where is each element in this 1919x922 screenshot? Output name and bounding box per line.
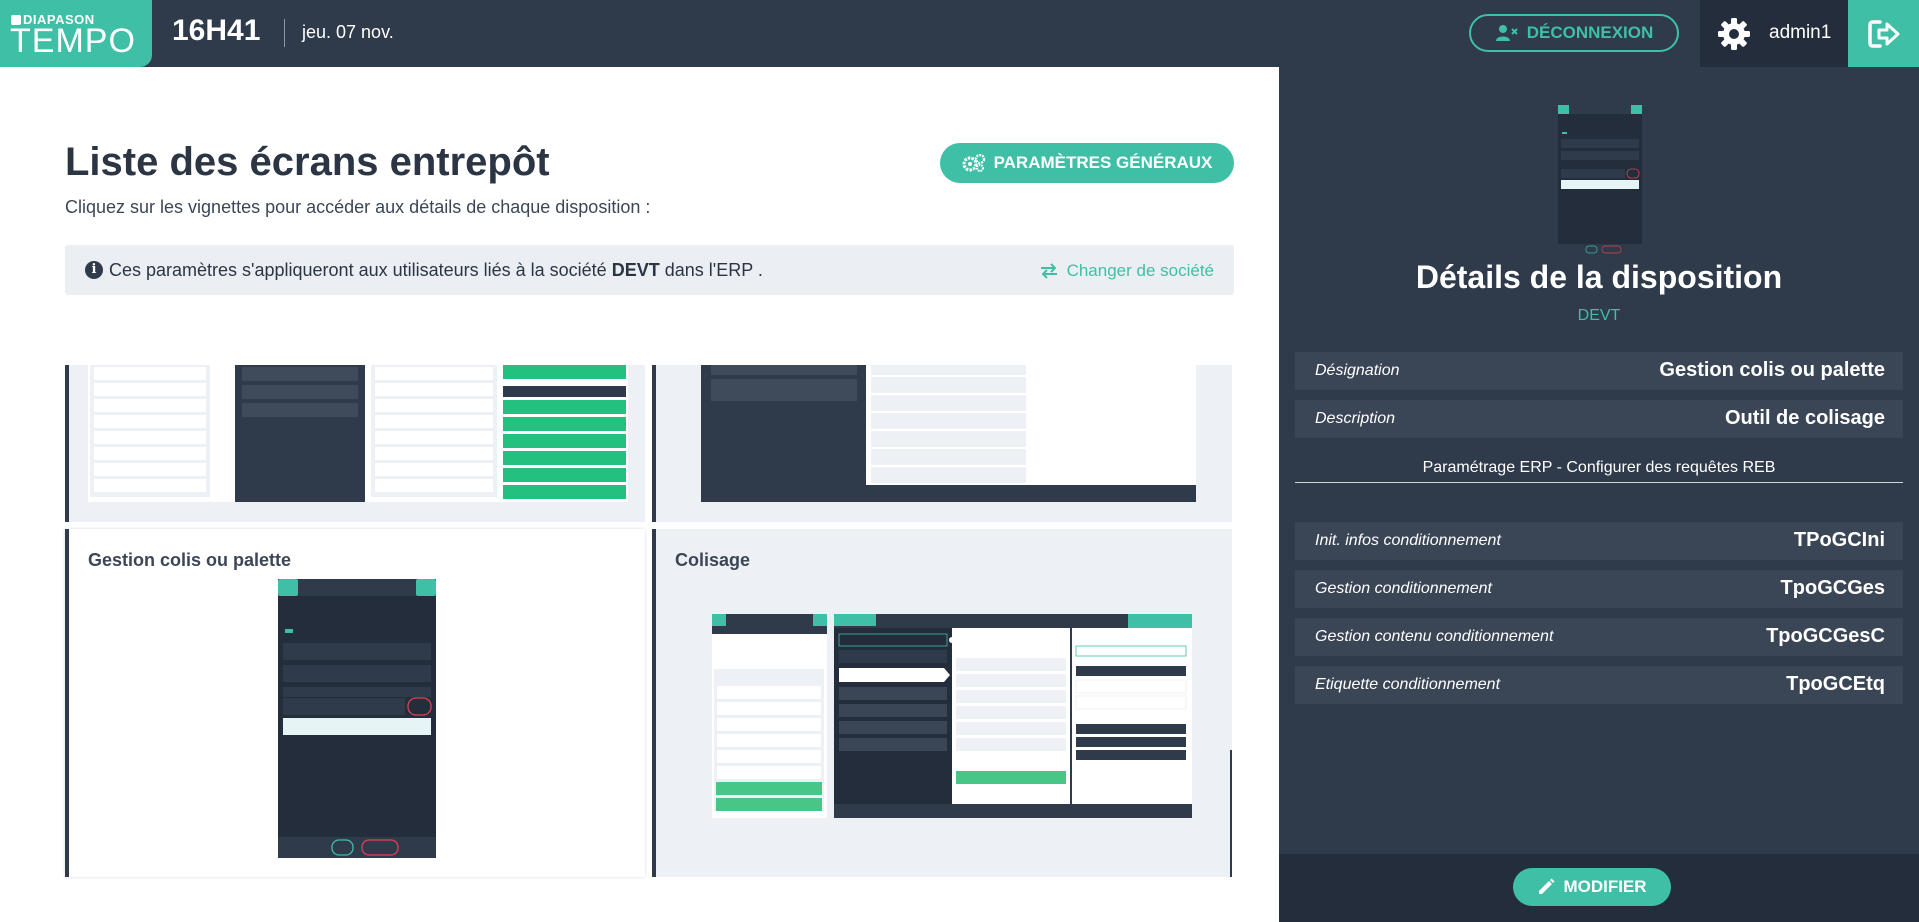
field-value: Outil de colisage — [1724, 407, 1885, 429]
request-label: Init. infos conditionnement — [1315, 532, 1501, 549]
request-label: Gestion conditionnement — [1315, 580, 1492, 597]
field-row-description: Description Outil de colisage — [1295, 400, 1903, 438]
top-bar: DIAPASON TEMPO 16H41 jeu. 07 nov. DÉCONN… — [0, 0, 1919, 67]
change-company-label: Changer de société — [1066, 261, 1214, 280]
logout-label: DÉCONNEXION — [1526, 23, 1654, 42]
pencil-icon — [1539, 878, 1555, 894]
modify-button[interactable]: MODIFIER — [1513, 868, 1671, 906]
divider — [284, 19, 285, 47]
exchange-icon — [1040, 263, 1057, 279]
user-remove-icon — [1495, 25, 1518, 41]
date-label: jeu. 07 nov. — [302, 22, 394, 42]
page-title: Liste des écrans entrepôt — [65, 140, 550, 184]
erp-section-title: Paramétrage ERP - Configurer des requête… — [1295, 451, 1903, 483]
screen-card[interactable] — [65, 365, 645, 522]
page-subtitle: Cliquez sur les vignettes pour accéder a… — [65, 197, 651, 217]
request-row: Gestion contenu conditionnement TpoGCGes… — [1295, 618, 1903, 656]
info-banner: i Ces paramètres s'appliqueront aux util… — [65, 245, 1234, 295]
field-label: Désignation — [1315, 362, 1400, 379]
general-settings-button[interactable]: PARAMÈTRES GÉNÉRAUX — [940, 143, 1234, 183]
cogs-icon — [962, 154, 985, 172]
screen-card-colisage[interactable]: Colisage — [652, 529, 1232, 877]
field-row-designation: Désignation Gestion colis ou palette — [1295, 352, 1903, 390]
request-value: TpoGCGesC — [1766, 625, 1885, 647]
card-title: Colisage — [675, 550, 751, 570]
general-settings-label: PARAMÈTRES GÉNÉRAUX — [993, 153, 1213, 172]
info-message: Ces paramètres s'appliqueront aux utilis… — [109, 260, 763, 280]
app-logo[interactable]: DIAPASON TEMPO — [0, 0, 152, 67]
request-value: TpoGCEtq — [1786, 673, 1885, 695]
details-panel: Détails de la disposition DEVT Désignati… — [1279, 67, 1919, 922]
request-label: Etiquette conditionnement — [1315, 676, 1501, 693]
card-thumbnail — [88, 365, 628, 502]
info-company: DEVT — [611, 260, 660, 280]
request-row: Etiquette conditionnement TpoGCEtq — [1295, 666, 1903, 704]
disposition-preview — [1558, 105, 1642, 255]
request-value: TpoGCGes — [1780, 577, 1885, 599]
request-label: Gestion contenu conditionnement — [1315, 628, 1554, 645]
gear-icon[interactable] — [1717, 17, 1751, 51]
card-title: Gestion colis ou palette — [88, 550, 292, 570]
request-value: TPoGCIni — [1793, 529, 1885, 551]
logout-button[interactable]: DÉCONNEXION — [1469, 14, 1679, 52]
card-thumbnail — [712, 614, 1192, 818]
details-company: DEVT — [1577, 307, 1621, 324]
exit-button[interactable] — [1848, 0, 1919, 67]
screen-card[interactable] — [652, 365, 1232, 522]
request-row: Init. infos conditionnement TPoGCIni — [1295, 522, 1903, 560]
request-row: Gestion conditionnement TpoGCGes — [1295, 570, 1903, 608]
change-company-link[interactable]: Changer de société — [1039, 261, 1214, 281]
sign-out-icon — [1867, 19, 1899, 48]
username: admin1 — [1769, 22, 1832, 43]
info-icon: i — [85, 261, 103, 279]
card-thumbnail — [278, 579, 436, 858]
field-value: Gestion colis ou palette — [1659, 359, 1885, 381]
details-footer: MODIFIER — [1279, 854, 1919, 922]
details-title: Détails de la disposition — [1415, 259, 1783, 295]
brand-big-label: TEMPO — [10, 22, 136, 60]
field-label: Description — [1315, 410, 1396, 427]
card-thumbnail — [701, 365, 1196, 502]
clock: 16H41 — [172, 14, 261, 47]
screen-card-gestion-colis[interactable]: Gestion colis ou palette — [65, 529, 645, 877]
scroll-indicator — [1230, 750, 1232, 877]
modify-label: MODIFIER — [1563, 877, 1647, 896]
